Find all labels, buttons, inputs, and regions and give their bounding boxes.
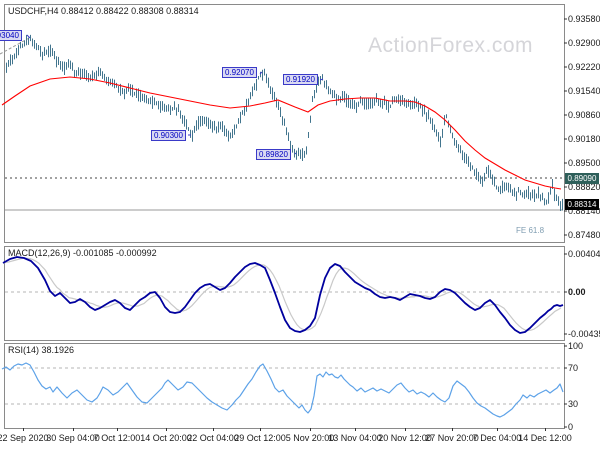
fibonacci-extension-label: FE 61.8 (516, 226, 545, 235)
price-tag: 0.89820 (256, 149, 291, 160)
price-tag-connector (26, 34, 31, 39)
moving-average-line (1, 76, 562, 190)
chart-canvas (0, 4, 567, 431)
rsi-indicator-label: RSI(14) 38.1926 (8, 345, 75, 355)
price-tag: 0.92070 (222, 67, 257, 78)
time-axis-label: 20 Nov 12:00 (378, 433, 432, 443)
macd-signal-line (2, 257, 562, 332)
price-axis-label: 0.90860 (568, 109, 600, 120)
symbol-ohlc-header: USDCHF,H4 0.88412 0.88422 0.88308 0.8831… (8, 6, 199, 16)
time-axis-label: 27 Nov 20:00 (425, 433, 479, 443)
rsi-axis-label: 0 (568, 421, 574, 432)
price-axis-label: 0.92900 (568, 37, 600, 48)
price-tag: 0.93040 (0, 30, 22, 41)
price-tag: 0.91920 (283, 74, 318, 85)
time-axis-label: 22 Oct 04:00 (187, 433, 239, 443)
price-axis-label: 0.89500 (568, 157, 600, 168)
macd-panel-border (4, 246, 565, 341)
level-price-marker: 0.89090 (565, 172, 599, 184)
time-axis-label: 30 Sep 04:00 (46, 433, 100, 443)
price-axis-label: 0.87480 (568, 229, 600, 240)
price-axis-label: 0.93580 (568, 13, 600, 24)
current-price-marker: 0.88314 (565, 198, 599, 210)
price-axis-label: 0.91540 (568, 85, 600, 96)
rsi-line (1, 362, 564, 418)
price-axis-label: 0.92220 (568, 61, 600, 72)
time-axis-label: 14 Dec 12:00 (518, 433, 572, 443)
macd-axis-label: 0.00 (568, 286, 586, 297)
price-tag: 0.90300 (151, 130, 186, 141)
time-axis-label: 7 Dec 04:00 (472, 433, 522, 443)
price-axis-label: 0.88820 (568, 181, 600, 192)
time-axis-label: 7 Oct 12:00 (93, 433, 141, 443)
macd-axis-label: 0.004048 (568, 248, 600, 259)
macd-axis-label: -0.004351 (568, 328, 600, 339)
time-axis-label: 14 Oct 20:00 (140, 433, 192, 443)
price-tag-connector (294, 152, 297, 155)
time-axis-label: 22 Sep 2020 (0, 433, 49, 443)
price-axis-label: 0.90180 (568, 133, 600, 144)
time-axis-label: 29 Oct 12:00 (234, 433, 286, 443)
rsi-axis-label: 100 (568, 340, 584, 351)
time-axis-label: 13 Nov 04:00 (328, 433, 382, 443)
rsi-axis-label: 30 (568, 398, 579, 409)
rsi-axis-label: 70 (568, 362, 579, 373)
rsi-panel-border (4, 343, 565, 429)
forex-chart-window: USDCHF,H4 0.88412 0.88422 0.88308 0.8831… (0, 0, 600, 450)
macd-indicator-label: MACD(12,26,9) -0.001085 -0.000992 (8, 248, 157, 258)
actionforex-watermark: ActionForex.com (368, 34, 534, 57)
time-axis-label: 5 Nov 20:00 (285, 433, 335, 443)
